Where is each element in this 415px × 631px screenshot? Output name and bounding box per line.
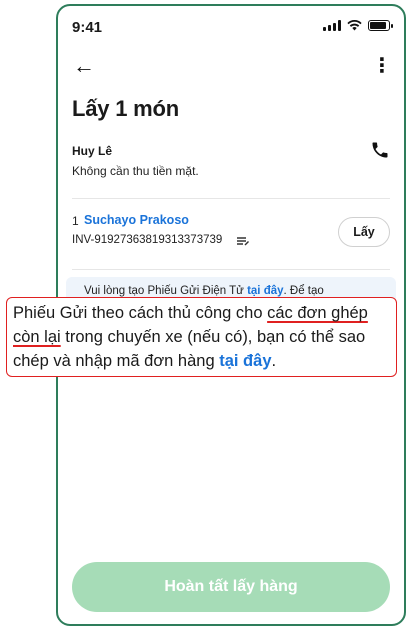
signal-icon	[323, 20, 341, 31]
wifi-icon	[347, 20, 362, 31]
callout-line: còn lại trong chuyến xe (nếu có), bạn có…	[13, 328, 366, 346]
zoomed-info-callout: Phiếu Gửi theo cách thủ công cho các đơn…	[6, 297, 397, 377]
payment-note: Không cần thu tiền mặt.	[72, 164, 199, 178]
enter-code-link[interactable]: tại đây	[219, 352, 271, 370]
complete-pickup-button[interactable]: Hoàn tất lấy hàng	[72, 562, 390, 612]
highlighted-text: các đơn ghép	[267, 304, 368, 322]
divider	[72, 269, 390, 270]
back-arrow-icon[interactable]: ←	[70, 52, 98, 80]
phone-call-icon[interactable]	[370, 140, 390, 160]
invoice-number: INV-919273638193133​73739	[72, 234, 223, 246]
info-banner-text: Vui lòng tạo Phiếu Gửi Điện Tử tại đây. …	[84, 285, 324, 297]
copy-icon[interactable]	[236, 235, 250, 247]
page-title: Lấy 1 món	[72, 96, 180, 121]
order-item-row: 1 Suchayo Prakoso INV-919273638193133​73…	[72, 213, 390, 263]
battery-icon	[368, 20, 393, 31]
create-receipt-link[interactable]: tại đây	[247, 285, 283, 297]
pick-button[interactable]: Lấy	[338, 217, 390, 247]
item-index: 1	[72, 214, 79, 228]
more-options-icon[interactable]: ⋮	[370, 52, 394, 80]
callout-line: chép và nhập mã đơn hàng tại đây.	[13, 352, 277, 370]
divider	[72, 198, 390, 199]
status-bar: 9:41	[58, 6, 404, 50]
customer-name: Huy Lê	[72, 144, 113, 158]
status-time: 9:41	[72, 19, 103, 36]
item-recipient-name[interactable]: Suchayo Prakoso	[84, 213, 189, 227]
highlighted-text: còn lại	[13, 328, 61, 346]
callout-line: Phiếu Gửi theo cách thủ công cho các đơn…	[13, 304, 368, 322]
status-icons	[323, 20, 393, 31]
